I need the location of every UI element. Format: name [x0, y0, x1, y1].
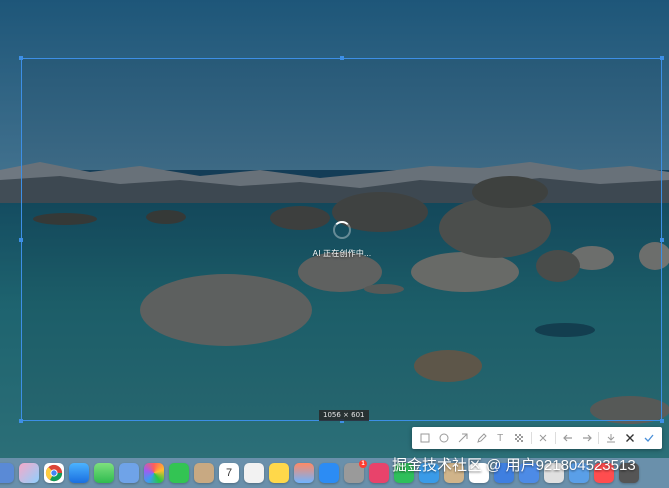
resize-handle-bottom-left[interactable] — [19, 419, 23, 423]
undo-icon — [563, 434, 572, 442]
download-button[interactable] — [602, 427, 621, 449]
resize-handle-top-right[interactable] — [660, 56, 664, 60]
calendar-icon[interactable]: 7 — [219, 463, 239, 483]
pin-icon — [540, 434, 547, 442]
annotation-toolbar: T — [412, 427, 662, 449]
safari-icon[interactable] — [69, 463, 89, 483]
music-app-icon[interactable] — [369, 463, 389, 483]
loading-text: AI 正在创作中... — [312, 249, 372, 258]
reminders-icon[interactable] — [244, 463, 264, 483]
photos-icon[interactable] — [144, 463, 164, 483]
text-icon: T — [497, 432, 504, 444]
watermark: 掘金技术社区 @ 用户921804523513 — [392, 457, 636, 474]
dim-overlay-left — [0, 58, 21, 421]
undo-button[interactable] — [559, 427, 578, 449]
resize-handle-right[interactable] — [660, 238, 664, 242]
ellipse-tool[interactable] — [435, 427, 454, 449]
facetime-icon[interactable] — [169, 463, 189, 483]
rectangle-icon — [420, 433, 430, 443]
pen-tool[interactable] — [472, 427, 491, 449]
circle-icon — [439, 433, 449, 443]
keynote-icon[interactable] — [294, 463, 314, 483]
rectangle-tool[interactable] — [416, 427, 435, 449]
notification-badge: 1 — [359, 460, 367, 468]
close-icon — [625, 434, 634, 442]
mosaic-tool[interactable] — [510, 427, 529, 449]
launchpad-icon[interactable] — [19, 463, 39, 483]
selection-size-label: 1056 × 601 — [319, 410, 369, 421]
calendar-day: 7 — [225, 467, 233, 479]
arrow-tool[interactable] — [453, 427, 472, 449]
redo-icon — [582, 434, 592, 442]
chrome-logo-icon — [45, 464, 63, 482]
screenshot-selection[interactable] — [19, 56, 664, 423]
check-icon — [644, 434, 654, 442]
pin-tool[interactable] — [534, 427, 553, 449]
dim-overlay-top — [0, 0, 669, 58]
notes-icon[interactable] — [269, 463, 289, 483]
download-icon — [607, 434, 616, 443]
resize-handle-top-left[interactable] — [19, 56, 23, 60]
system-preferences-icon[interactable]: 1 — [344, 460, 367, 483]
confirm-button[interactable] — [639, 427, 658, 449]
finder-icon[interactable] — [0, 463, 14, 483]
redo-button[interactable] — [577, 427, 596, 449]
app-store-icon[interactable] — [319, 463, 339, 483]
maps-icon[interactable] — [119, 463, 139, 483]
resize-handle-left[interactable] — [19, 238, 23, 242]
contacts-icon[interactable] — [194, 463, 214, 483]
mosaic-icon — [514, 434, 523, 442]
loading-spinner-icon — [333, 221, 351, 239]
resize-handle-top[interactable] — [340, 56, 344, 60]
resize-handle-bottom-right[interactable] — [660, 419, 664, 423]
chrome-icon[interactable] — [44, 463, 64, 483]
arrow-icon — [458, 433, 468, 443]
pen-icon — [476, 433, 487, 443]
text-tool[interactable]: T — [491, 427, 510, 449]
cancel-button[interactable] — [620, 427, 639, 449]
messages-icon[interactable] — [94, 463, 114, 483]
